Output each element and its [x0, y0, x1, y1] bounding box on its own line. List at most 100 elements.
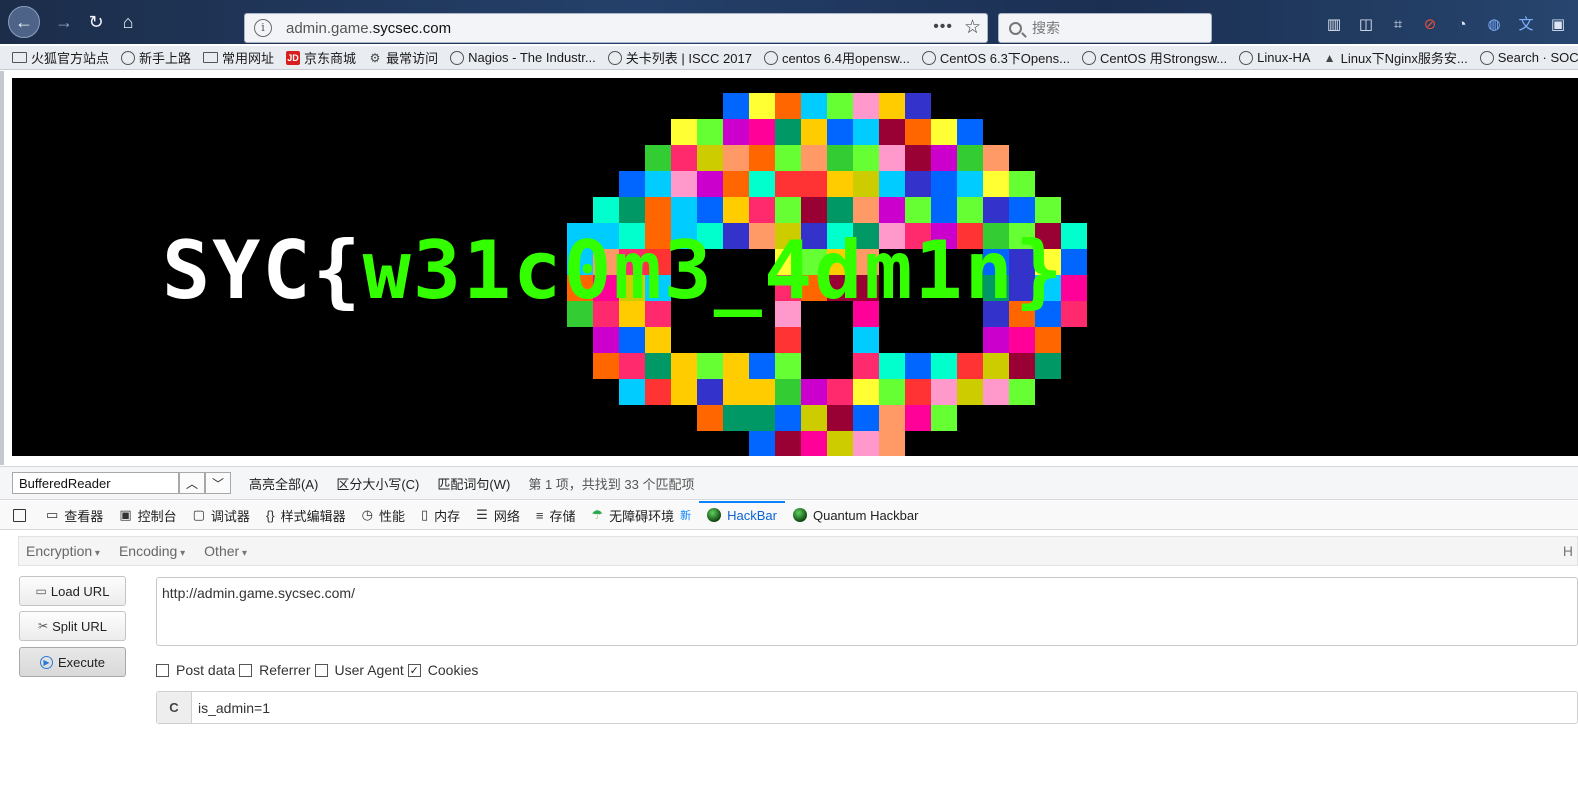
bookmark-item[interactable]: centos 6.4用opensw...: [763, 48, 910, 67]
site-info-icon[interactable]: i: [254, 19, 272, 37]
option-label[interactable]: User Agent: [335, 662, 404, 678]
hackbar-menu-right[interactable]: H: [1563, 543, 1573, 559]
option-label[interactable]: Referrer: [259, 662, 310, 678]
bookmark-item[interactable]: ⚙ 最常访问: [368, 48, 438, 67]
inspector-icon: ▭: [46, 507, 59, 522]
devtools-tab-label: 查看器: [64, 508, 104, 524]
back-arrow-icon: ←: [15, 11, 33, 32]
highlight-all-button[interactable]: 高亮全部(A): [249, 474, 318, 493]
find-next-button[interactable]: ﹀: [205, 472, 231, 494]
devtools-tab[interactable]: {} 样式编辑器: [258, 501, 354, 529]
bookmark-item[interactable]: Search · SOCKS: [1479, 50, 1578, 65]
devtools-tab[interactable]: ▭ 查看器: [38, 501, 111, 529]
bookmark-label: Linux下Nginx服务安...: [1340, 51, 1468, 66]
extension-icon[interactable]: ◔: [1453, 16, 1471, 34]
option-checkbox[interactable]: [156, 663, 169, 677]
chevron-up-icon: ︿: [185, 476, 198, 491]
bookmark-item[interactable]: Nagios - The Industr...: [450, 50, 596, 65]
url-domain: sycsec.com: [372, 19, 452, 37]
bookmark-item[interactable]: 火狐官方站点: [12, 48, 109, 67]
execute-button[interactable]: ▶ Execute: [19, 647, 126, 677]
bookmarks-toolbar: 火狐官方站点 新手上路 常用网址 JD 京东商城 ⚙ 最常访问 Nagios - The In…: [0, 46, 1578, 70]
reload-button[interactable]: ↻: [80, 6, 112, 38]
forward-button[interactable]: →: [48, 6, 80, 38]
load-url-icon: ▭: [35, 584, 47, 598]
element-picker-button[interactable]: [0, 501, 38, 529]
devtools-tab[interactable]: ☂ 无障碍环境新: [583, 501, 699, 529]
devtools-tab[interactable]: ▯ 内存: [413, 501, 468, 529]
bookmark-item[interactable]: 关卡列表 | ISCC 2017: [607, 48, 752, 67]
bookmark-item[interactable]: CentOS 用Strongsw...: [1081, 48, 1227, 67]
hackbar-menu: Encryption Encoding Other H: [18, 536, 1578, 566]
devtools-tab[interactable]: ☰ 网络: [468, 501, 528, 529]
url-text[interactable]: admin.game.sycsec.com: [286, 20, 451, 37]
bookmark-label: Nagios - The Industr...: [468, 50, 596, 65]
home-icon: ⌂: [122, 11, 134, 32]
bookmark-item[interactable]: 新手上路: [121, 48, 191, 67]
console-icon: ▣: [119, 507, 132, 522]
bookmark-label: 新手上路: [139, 51, 192, 66]
hackbar-menu-encoding[interactable]: Encoding: [119, 543, 185, 559]
gear-icon: ⚙: [369, 50, 381, 65]
bookmark-star-icon[interactable]: ☆: [964, 16, 981, 39]
find-previous-button[interactable]: ︿: [179, 472, 205, 494]
translate-icon[interactable]: 文: [1517, 16, 1535, 34]
devtools-tab-label: Quantum Hackbar: [812, 507, 919, 523]
home-button[interactable]: ⌂: [112, 6, 144, 38]
devtools-tab-label: 内存: [434, 508, 461, 524]
find-bar: ︿ ﹀ 高亮全部(A) 区分大小写(C) 匹配词句(W) 第 1 项，共找到 3…: [0, 466, 1578, 500]
url-bar[interactable]: i admin.game.sycsec.com ••• ☆: [244, 13, 988, 43]
whole-words-button[interactable]: 匹配词句(W): [437, 474, 510, 493]
new-badge: 新: [680, 510, 692, 522]
devtools-tab[interactable]: ≡ 存储: [528, 501, 584, 529]
bookmark-label: centos 6.4用opensw...: [781, 51, 910, 66]
devtools-tab[interactable]: ▢ 调试器: [185, 501, 258, 529]
hackbar-menu-other[interactable]: Other: [204, 543, 247, 559]
cookie-input[interactable]: is_admin=1: [192, 692, 270, 723]
bookmark-item[interactable]: 常用网址: [203, 48, 274, 67]
devtools-tab-label: 调试器: [210, 508, 250, 524]
block-icon[interactable]: ⊘: [1421, 16, 1439, 34]
play-icon: ▶: [40, 655, 53, 669]
option-label[interactable]: Post data: [176, 662, 235, 678]
search-bar[interactable]: 搜索: [998, 13, 1212, 43]
devtools-tab[interactable]: Quantum Hackbar: [785, 501, 927, 529]
bookmark-label: 火狐官方站点: [31, 51, 110, 66]
library-icon[interactable]: ▥: [1325, 16, 1343, 34]
devtools-tab[interactable]: ◷ 性能: [354, 501, 413, 529]
devtools-tab[interactable]: ▣ 控制台: [111, 501, 184, 529]
sidebar-icon[interactable]: ◫: [1357, 16, 1375, 34]
load-url-label: Load URL: [50, 583, 110, 599]
bookmark-item[interactable]: CentOS 6.3下Opens...: [921, 48, 1070, 67]
option-checkbox[interactable]: [314, 663, 328, 677]
option-label[interactable]: Cookies: [428, 662, 479, 678]
match-case-button[interactable]: 区分大小写(C): [336, 474, 419, 493]
option-checkbox[interactable]: ✓: [407, 663, 421, 677]
globe-icon: [1239, 50, 1254, 65]
more-extension-icon[interactable]: ▣: [1549, 16, 1567, 34]
find-input[interactable]: [12, 472, 179, 494]
accessibility-icon: ☂: [591, 507, 604, 522]
globe-extension-icon[interactable]: ◍: [1485, 16, 1503, 34]
devtools-tab-label: 网络: [493, 508, 520, 524]
hackbar-menu-encryption[interactable]: Encryption: [26, 543, 100, 559]
bookmark-item[interactable]: Linux-HA: [1239, 50, 1311, 65]
bookmark-label: 常用网址: [222, 51, 275, 66]
globe-icon: [450, 50, 465, 65]
search-icon: [1009, 21, 1022, 35]
load-url-button[interactable]: ▭ Load URL: [19, 576, 126, 606]
devtools-tab-label: 样式编辑器: [280, 508, 346, 524]
crop-screenshot-icon[interactable]: ⌗: [1389, 16, 1407, 34]
split-url-button[interactable]: ✂ Split URL: [19, 611, 126, 641]
bookmark-item[interactable]: JD 京东商城: [286, 48, 356, 67]
flag-banner-image: SYC{w31c0m3_4dm1n}: [12, 78, 1578, 456]
debugger-icon: ▢: [192, 507, 205, 522]
back-button[interactable]: ←: [8, 6, 40, 38]
option-checkbox[interactable]: [239, 663, 253, 677]
bookmark-item[interactable]: ▲ Linux下Nginx服务安...: [1323, 48, 1468, 67]
page-actions-icon[interactable]: •••: [933, 18, 953, 36]
forward-arrow-icon: →: [55, 11, 73, 32]
hackbar-url-input[interactable]: http://admin.game.sycsec.com/: [156, 577, 1578, 646]
devtools-tab[interactable]: HackBar: [699, 501, 785, 529]
hackbar-icon: [792, 508, 807, 522]
